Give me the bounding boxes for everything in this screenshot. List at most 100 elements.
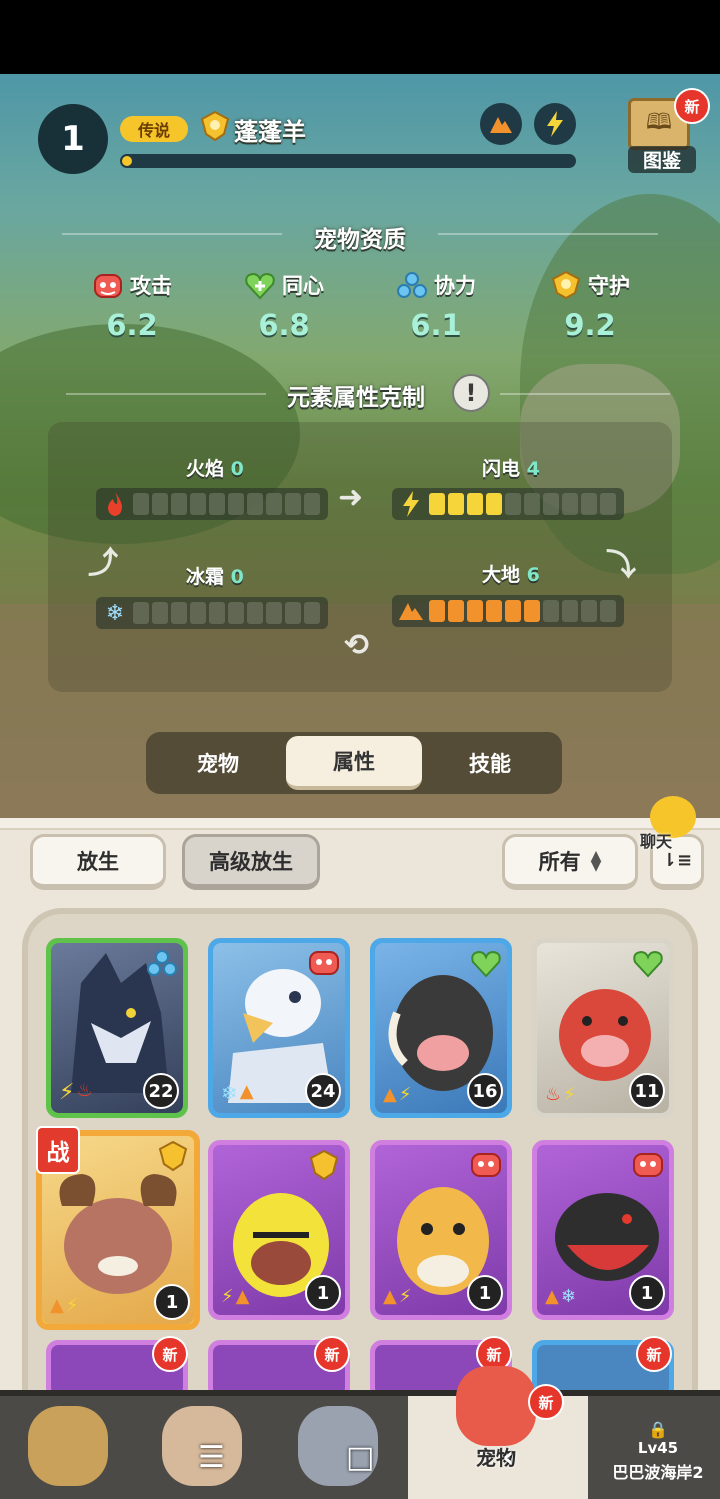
pet-level: 1 <box>629 1275 665 1311</box>
attack-icon <box>94 274 122 298</box>
filter-dropdown[interactable]: 所有 ▲ ▼ <box>502 834 638 890</box>
element-segment <box>133 602 149 624</box>
element-title: 元素属性克制 <box>287 385 425 411</box>
fire-icon <box>108 492 122 516</box>
pet-card[interactable]: ▲ ⚡ 1 <box>370 1140 512 1320</box>
element-segment <box>429 493 445 515</box>
pet-card[interactable]: ❄ ▲ 24 <box>208 938 350 1118</box>
element-segment <box>448 493 464 515</box>
element-segment <box>266 493 282 515</box>
release-button[interactable]: 放生 <box>30 834 166 890</box>
element-frost-label: 冰霜 0 <box>186 566 244 588</box>
locked-level: Lv45 <box>637 1439 679 1457</box>
element-segment <box>524 493 540 515</box>
earth-icon: ▲ <box>545 1286 559 1307</box>
tab-pet[interactable]: 宠物 <box>150 736 286 790</box>
element-segment <box>600 493 616 515</box>
pets-icon <box>456 1366 536 1446</box>
pet-level: 1 <box>467 1275 503 1311</box>
element-frost-bar: ❄ <box>96 597 328 629</box>
nav-item-camp[interactable] <box>18 1402 118 1498</box>
pet-level: 1 <box>305 1275 341 1311</box>
tab-skills[interactable]: 技能 <box>422 736 558 790</box>
pet-level: 11 <box>629 1073 665 1109</box>
element-earth-label: 大地 6 <box>482 564 540 586</box>
element-segment <box>304 493 320 515</box>
lightning-icon <box>403 491 419 517</box>
lightning-element-button[interactable] <box>534 103 576 145</box>
pet-level: 1 <box>38 104 108 174</box>
lock-icon: 🔒 <box>648 1420 668 1439</box>
locked-area-name: 巴巴波海岸2 <box>612 1463 704 1482</box>
element-segment <box>543 600 559 622</box>
earth-icon: ▲ <box>383 1084 397 1105</box>
pet-card[interactable]: ▲ ⚡ 16 <box>370 938 512 1118</box>
element-segment <box>581 600 597 622</box>
lightning-icon: ⚡ <box>563 1084 576 1105</box>
element-segment <box>524 600 540 622</box>
earth-element-button[interactable] <box>480 103 522 145</box>
cooperation-icon <box>147 950 177 976</box>
pet-card[interactable]: ⚡ ♨ 22 <box>46 938 188 1118</box>
element-segment <box>505 493 521 515</box>
arrow-right-icon: ➜ <box>338 480 364 515</box>
tab-attributes[interactable]: 属性 <box>286 736 422 790</box>
stat-attack: 攻击 6.2 <box>62 270 202 342</box>
element-segment <box>171 493 187 515</box>
system-home-icon[interactable]: □ <box>346 1440 374 1475</box>
advanced-release-button[interactable]: 高级放生 <box>182 834 320 890</box>
attack-icon <box>633 1153 663 1177</box>
element-segment <box>190 493 206 515</box>
earth-icon <box>399 603 423 620</box>
element-fire-bar <box>96 488 328 520</box>
attack-icon <box>471 1153 501 1177</box>
pet-card[interactable]: ▲ ❄ 1 <box>532 1140 674 1320</box>
pet-card[interactable]: ⚡ ▲ 1 <box>208 1140 350 1320</box>
frost-icon: ❄ <box>560 1286 576 1307</box>
lightning-icon: ⚡ <box>221 1286 234 1307</box>
stat-value: 9.2 <box>564 308 616 342</box>
earth-icon: ▲ <box>383 1286 397 1307</box>
rarity-badge: 传说 <box>120 116 188 142</box>
filter-value: 所有 <box>538 849 581 874</box>
sort-arrows-icon: ▲ ▼ <box>590 847 602 874</box>
element-segment <box>247 602 263 624</box>
battle-badge: 战 <box>36 1126 80 1174</box>
element-segment <box>486 600 502 622</box>
status-bar <box>0 0 720 74</box>
element-segment <box>190 602 206 624</box>
element-segment <box>171 602 187 624</box>
element-segment <box>285 602 301 624</box>
arrow-up-icon: ⤴ <box>88 546 118 581</box>
new-badge: 新 <box>636 1336 672 1372</box>
nav-item-locked-area[interactable]: 🔒 Lv45 巴巴波海岸2 <box>596 1420 720 1496</box>
new-badge: 新 <box>152 1336 188 1372</box>
new-badge: 新 <box>314 1336 350 1372</box>
chat-button[interactable]: 聊天 <box>632 792 702 856</box>
element-earth-bar <box>392 595 624 627</box>
element-segment <box>562 493 578 515</box>
pet-card[interactable]: ♨ ⚡ 11 <box>532 938 674 1118</box>
element-segment <box>228 602 244 624</box>
arrow-left-icon: ⟲ <box>344 628 370 663</box>
earth-icon <box>490 117 512 133</box>
stat-value: 6.2 <box>106 308 158 342</box>
earth-icon: ▲ <box>235 1286 250 1307</box>
stat-heart: 同心 6.8 <box>214 270 354 342</box>
element-segment <box>304 602 320 624</box>
element-lightning-bar <box>392 488 624 520</box>
element-segment <box>152 602 168 624</box>
lightning-icon: ⚡ <box>59 1080 75 1105</box>
info-icon[interactable]: ! <box>452 374 490 412</box>
pet-level: 1 <box>154 1284 190 1320</box>
heart-icon <box>633 950 663 978</box>
guard-icon <box>551 270 581 300</box>
pet-name: 蓬蓬羊 <box>234 118 306 146</box>
lightning-icon: ⚡ <box>398 1084 412 1105</box>
system-menu-icon[interactable]: ☰ <box>198 1440 225 1475</box>
element-segment <box>486 493 502 515</box>
element-segment <box>562 600 578 622</box>
system-back-icon[interactable]: ‹ <box>502 1440 514 1475</box>
nav-item-pets[interactable]: 宠物 <box>446 1366 546 1470</box>
stat-value: 6.1 <box>410 308 462 342</box>
